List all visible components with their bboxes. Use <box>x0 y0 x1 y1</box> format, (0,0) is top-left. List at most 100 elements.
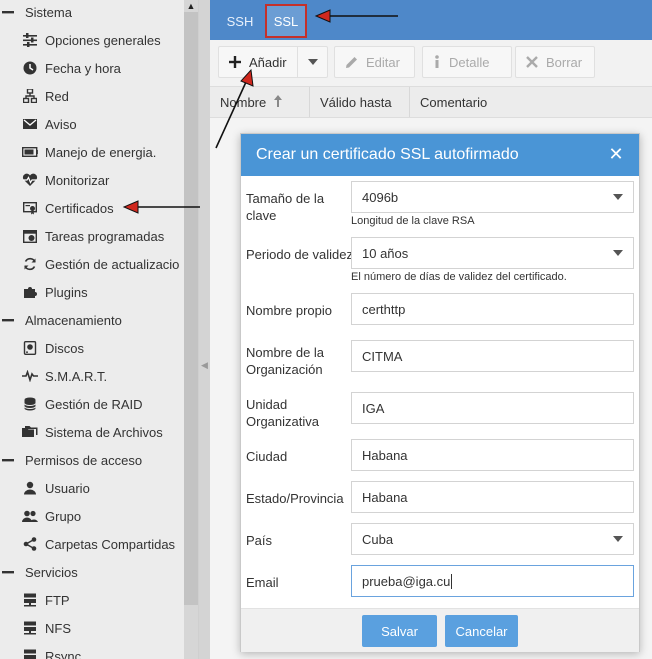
cancel-button[interactable]: Cancelar <box>445 615 518 647</box>
users-icon <box>22 508 38 524</box>
dialog-footer: Salvar Cancelar <box>241 608 639 652</box>
add-dropdown-toggle[interactable] <box>297 47 327 77</box>
panel-splitter[interactable] <box>198 0 210 659</box>
user-icon <box>22 480 38 496</box>
collapse-icon <box>0 564 16 580</box>
server-icon <box>22 592 38 608</box>
server-icon <box>22 620 38 636</box>
save-button[interactable]: Salvar <box>362 615 437 647</box>
detail-button[interactable]: Detalle <box>422 46 512 78</box>
collapse-left-icon[interactable]: ◀ <box>201 360 208 374</box>
network-icon <box>22 88 38 104</box>
collapse-icon <box>0 4 16 20</box>
create-ssl-certificate-dialog: Crear un certificado SSL autofirmado ✕ T… <box>240 133 640 652</box>
common-name-input[interactable]: certhttp <box>351 293 634 325</box>
organizational-unit-label: Unidad Organizativa <box>246 397 319 429</box>
collapse-icon <box>0 312 16 328</box>
caret-down-icon <box>613 250 623 256</box>
nav-item-nfs[interactable]: NFS <box>0 614 184 642</box>
column-header-valid-until[interactable]: Válido hasta <box>310 87 410 117</box>
plus-icon <box>229 56 241 68</box>
organizational-unit-input[interactable]: IGA <box>351 392 634 424</box>
text-cursor <box>451 573 453 589</box>
tab-bar: SSH SSL <box>210 0 652 40</box>
share-icon <box>22 536 38 552</box>
disk-icon <box>22 340 38 356</box>
pulse-icon <box>22 368 38 384</box>
clock-icon <box>22 60 38 76</box>
nav-item-notification[interactable]: Aviso <box>0 110 184 138</box>
caret-down-icon <box>307 59 318 65</box>
organization-label: Nombre de la Organización <box>246 345 325 377</box>
nav-item-certificates[interactable]: Certificados <box>0 194 184 222</box>
puzzle-icon <box>22 284 38 300</box>
battery-icon <box>22 144 38 160</box>
email-input[interactable]: prueba@iga.cu <box>351 565 634 597</box>
country-label: País <box>246 533 273 548</box>
nav-item-group[interactable]: Grupo <box>0 502 184 530</box>
tab-ssh[interactable]: SSH <box>218 4 262 38</box>
city-input[interactable]: Habana <box>351 439 634 471</box>
certificate-icon <box>22 200 38 216</box>
close-icon <box>526 56 538 68</box>
close-icon[interactable]: ✕ <box>607 145 625 163</box>
dialog-title: Crear un certificado SSL autofirmado <box>256 146 519 163</box>
column-header-comment[interactable]: Comentario <box>410 87 652 117</box>
nav-item-network[interactable]: Red <box>0 82 184 110</box>
state-label: Estado/Provincia <box>246 491 344 506</box>
nav-item-date-time[interactable]: Fecha y hora <box>0 54 184 82</box>
envelope-icon <box>22 116 38 132</box>
nav-group-storage[interactable]: Almacenamiento <box>0 306 184 334</box>
nav-item-raid[interactable]: Gestión de RAID <box>0 390 184 418</box>
delete-button-label: Borrar <box>546 54 583 70</box>
sliders-icon <box>22 32 38 48</box>
key-size-select[interactable]: 4096b <box>351 181 634 213</box>
validity-select[interactable]: 10 años <box>351 237 634 269</box>
edit-button-label: Editar <box>366 54 400 70</box>
add-button[interactable]: Añadir <box>218 46 328 78</box>
info-icon <box>433 55 441 69</box>
scroll-up-arrow-icon[interactable]: ▲ <box>184 0 198 12</box>
nav-item-general-options[interactable]: Opciones generales <box>0 26 184 54</box>
collapse-icon <box>0 452 16 468</box>
key-size-label: Tamaño de la clave <box>246 191 325 223</box>
nav-group-services[interactable]: Servicios <box>0 558 184 586</box>
pencil-icon <box>345 56 358 69</box>
nav-item-scheduled-tasks[interactable]: Tareas programadas <box>0 222 184 250</box>
nav-item-filesystems[interactable]: Sistema de Archivos <box>0 418 184 446</box>
refresh-icon <box>22 256 38 272</box>
grid-header: Nombre Válido hasta Comentario <box>210 86 652 118</box>
nav-item-ftp[interactable]: FTP <box>0 586 184 614</box>
validity-hint: El número de días de validez del certifi… <box>351 271 567 283</box>
nav-item-power-management[interactable]: Manejo de energia. <box>0 138 184 166</box>
caret-down-icon <box>613 536 623 542</box>
tab-ssl[interactable]: SSL <box>265 4 307 38</box>
toolbar: Añadir Editar Detalle Borrar <box>210 40 652 84</box>
folders-icon <box>22 424 38 440</box>
delete-button[interactable]: Borrar <box>515 46 595 78</box>
email-label: Email <box>246 575 279 590</box>
dialog-header: Crear un certificado SSL autofirmado <box>241 134 639 176</box>
nav-group-sistema[interactable]: Sistema <box>0 0 184 26</box>
sort-ascending-icon <box>274 94 283 110</box>
nav-group-access-rights[interactable]: Permisos de acceso <box>0 446 184 474</box>
nav-item-plugins[interactable]: Plugins <box>0 278 184 306</box>
key-size-hint: Longitud de la clave RSA <box>351 215 475 227</box>
nav-item-monitoring[interactable]: Monitorizar <box>0 166 184 194</box>
validity-label: Periodo de validez <box>246 247 353 262</box>
nav-item-disks[interactable]: Discos <box>0 334 184 362</box>
state-input[interactable]: Habana <box>351 481 634 513</box>
organization-input[interactable]: CITMA <box>351 340 634 372</box>
navigation-sidebar: Sistema Opciones generales Fecha y hora … <box>0 0 198 659</box>
sidebar-scrollbar-thumb[interactable] <box>184 12 198 605</box>
country-select[interactable]: Cuba <box>351 523 634 555</box>
nav-item-user[interactable]: Usuario <box>0 474 184 502</box>
nav-item-update-management[interactable]: Gestión de actualizacio <box>0 250 184 278</box>
calendar-clock-icon <box>22 228 38 244</box>
nav-item-shared-folders[interactable]: Carpetas Compartidas <box>0 530 184 558</box>
nav-item-rsync[interactable]: Rsync <box>0 642 184 659</box>
edit-button[interactable]: Editar <box>334 46 415 78</box>
common-name-label: Nombre propio <box>246 303 332 318</box>
column-header-name[interactable]: Nombre <box>210 87 310 117</box>
nav-item-smart[interactable]: S.M.A.R.T. <box>0 362 184 390</box>
